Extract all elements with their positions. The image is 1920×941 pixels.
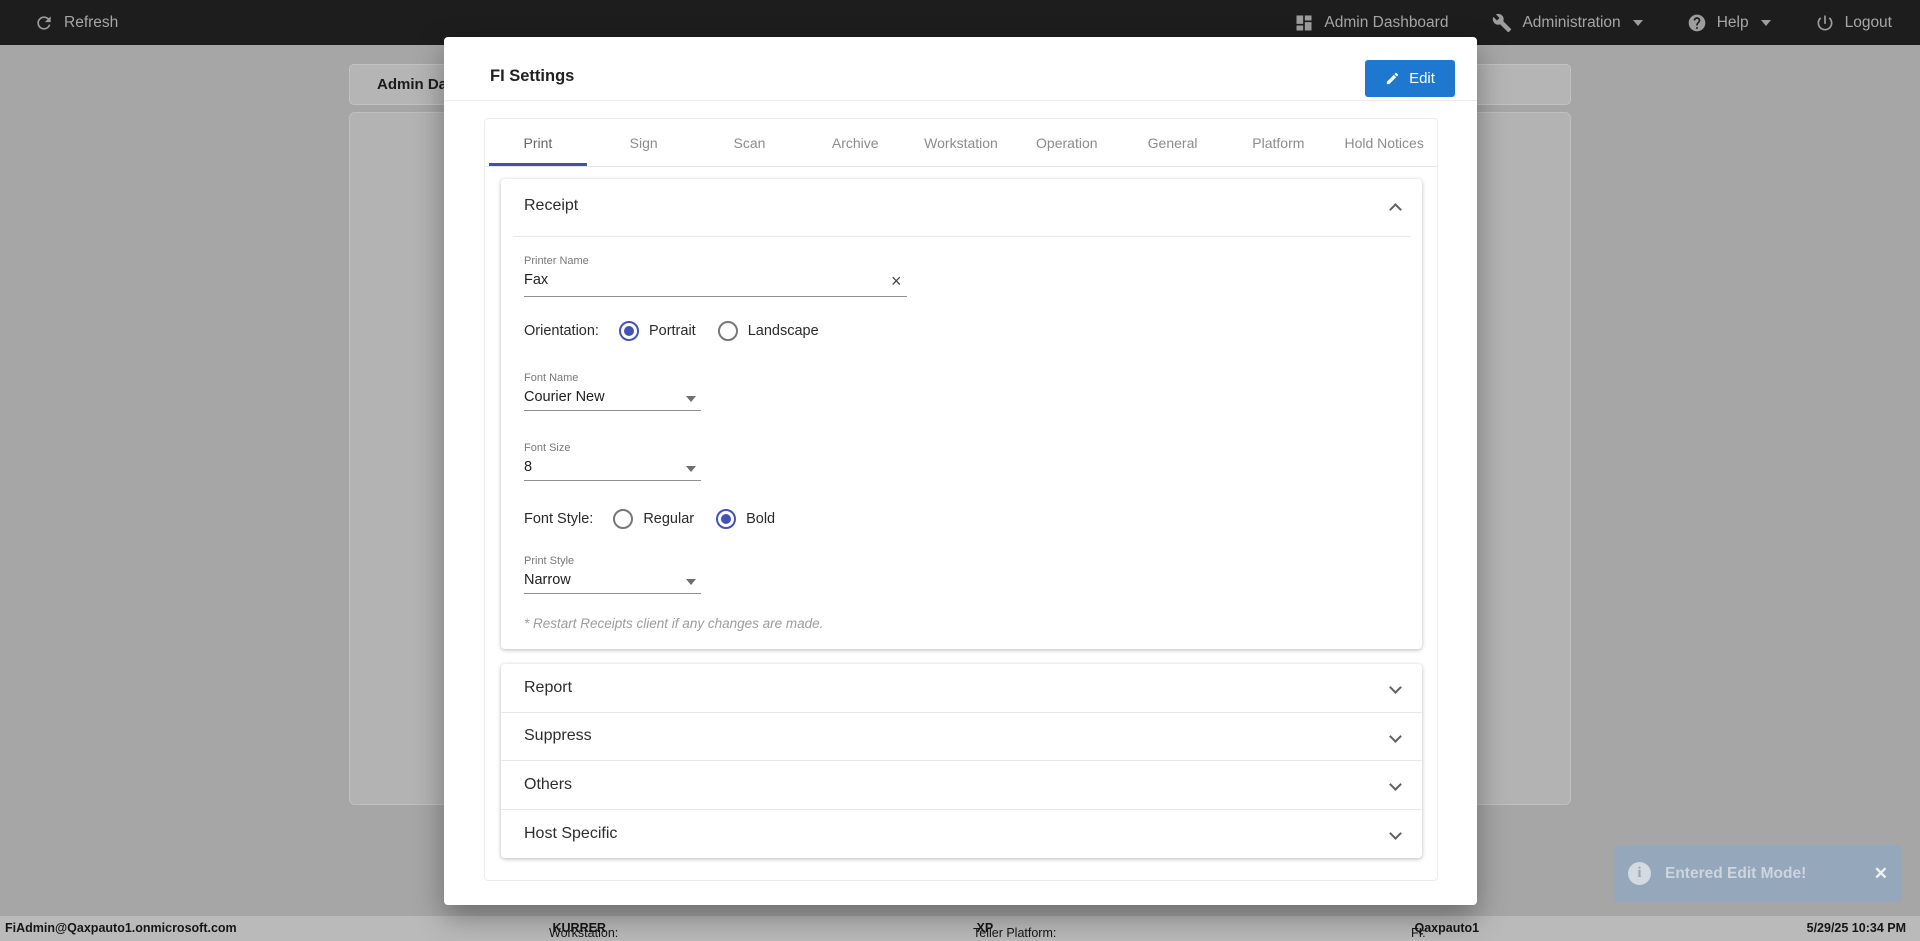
clear-printer-name-icon[interactable]: × — [891, 272, 902, 290]
section-others[interactable]: Others — [501, 761, 1422, 810]
radio-landscape[interactable]: Landscape — [717, 321, 819, 341]
dropdown-caret-icon[interactable] — [686, 396, 696, 402]
font-style-label: Font Style: — [524, 511, 594, 527]
tab-platform[interactable]: Platform — [1225, 119, 1331, 166]
chevron-down-icon — [1389, 681, 1402, 695]
tab-print[interactable]: Print — [485, 119, 591, 166]
header-divider — [444, 100, 1477, 101]
pencil-icon — [1386, 72, 1399, 85]
section-suppress[interactable]: Suppress — [501, 713, 1422, 761]
fi-settings-dialog: FI Settings Edit Print Sign Scan Archive… — [444, 37, 1477, 905]
status-workstation: Workstation: KURRER — [549, 921, 619, 940]
receipt-panel: Receipt Printer Name Fax × Orientation: … — [501, 179, 1422, 649]
nav-admin-dashboard[interactable]: Admin Dashboard — [1294, 13, 1448, 33]
chevron-down-icon — [1632, 19, 1643, 26]
toast-close-icon[interactable]: ✕ — [1874, 864, 1888, 884]
wrench-icon — [1493, 13, 1512, 32]
radio-selected-icon — [716, 509, 737, 529]
font-name-label: Font Name — [524, 372, 579, 384]
font-name-select[interactable]: Courier New — [524, 389, 605, 405]
section-host-specific[interactable]: Host Specific — [501, 810, 1422, 859]
tab-bar: Print Sign Scan Archive Workstation Oper… — [485, 119, 1437, 167]
dropdown-caret-icon[interactable] — [686, 579, 696, 585]
font-size-label: Font Size — [524, 442, 571, 454]
radio-unselected-icon — [717, 321, 738, 341]
settings-tab-group: Print Sign Scan Archive Workstation Oper… — [484, 118, 1438, 881]
dialog-title: FI Settings — [490, 67, 575, 85]
font-size-select[interactable]: 8 — [524, 459, 532, 475]
help-icon — [1688, 14, 1706, 31]
edit-button[interactable]: Edit — [1365, 60, 1455, 97]
tab-hold-notices[interactable]: Hold Notices — [1331, 119, 1437, 166]
nav-administration-label: Administration — [1522, 13, 1621, 31]
refresh-button[interactable]: Refresh — [34, 13, 118, 33]
printer-name-underline — [524, 296, 907, 297]
section-report[interactable]: Report — [501, 664, 1422, 713]
print-style-select[interactable]: Narrow — [524, 572, 571, 588]
active-tab-inkbar — [489, 163, 587, 166]
info-icon: i — [1628, 862, 1651, 885]
chevron-up-icon — [1389, 203, 1402, 216]
chevron-down-icon — [1389, 778, 1402, 792]
chevron-down-icon — [1760, 19, 1771, 26]
divider — [513, 236, 1410, 237]
refresh-label: Refresh — [64, 13, 119, 31]
tab-archive[interactable]: Archive — [802, 119, 908, 166]
status-bar: FiAdmin@Qaxpauto1.onmicrosoft.com Workst… — [0, 916, 1920, 941]
tab-workstation[interactable]: Workstation — [908, 119, 1014, 166]
nav-administration-menu[interactable]: Administration — [1492, 13, 1643, 33]
toast-notification: i Entered Edit Mode! ✕ — [1614, 845, 1902, 902]
collapse-receipt-button[interactable] — [1389, 201, 1402, 219]
restart-note: * Restart Receipts client if any changes… — [524, 616, 824, 631]
radio-unselected-icon — [613, 509, 634, 529]
collapsed-sections-panel: Report Suppress Others Host Specific — [501, 664, 1422, 858]
edit-button-label: Edit — [1409, 70, 1435, 87]
print-style-label: Print Style — [524, 555, 575, 567]
chevron-down-icon — [1389, 827, 1402, 841]
tab-sign[interactable]: Sign — [591, 119, 697, 166]
dashboard-icon — [1296, 15, 1312, 30]
receipt-panel-title: Receipt — [524, 197, 579, 214]
tab-general[interactable]: General — [1120, 119, 1226, 166]
orientation-radio-group: Orientation: Portrait Landscape — [524, 321, 841, 341]
status-datetime: 5/29/25 10:34 PM — [1806, 921, 1906, 935]
nav-help-label: Help — [1716, 13, 1749, 31]
tab-scan[interactable]: Scan — [697, 119, 803, 166]
print-style-underline — [524, 593, 701, 594]
printer-name-input[interactable]: Fax — [524, 272, 548, 288]
chevron-down-icon — [1389, 729, 1402, 743]
radio-portrait[interactable]: Portrait — [618, 321, 696, 341]
font-name-underline — [524, 410, 701, 411]
nav-admin-dashboard-label: Admin Dashboard — [1324, 13, 1449, 31]
logout-label: Logout — [1844, 13, 1892, 31]
font-size-underline — [524, 480, 701, 481]
font-style-radio-group: Font Style: Regular Bold — [524, 509, 797, 529]
toast-message: Entered Edit Mode! — [1665, 864, 1807, 882]
dropdown-caret-icon[interactable] — [686, 466, 696, 472]
radio-selected-icon — [618, 321, 639, 341]
radio-regular[interactable]: Regular — [613, 509, 694, 529]
status-teller-platform: Teller Platform: XP — [973, 921, 1057, 940]
nav-help-menu[interactable]: Help — [1687, 13, 1771, 33]
status-user: FiAdmin@Qaxpauto1.onmicrosoft.com — [5, 921, 237, 935]
orientation-label: Orientation: — [524, 323, 599, 339]
printer-name-label: Printer Name — [524, 255, 589, 267]
status-fi: FI: Qaxpauto1 — [1411, 921, 1480, 940]
tab-operation[interactable]: Operation — [1014, 119, 1120, 166]
radio-bold[interactable]: Bold — [716, 509, 775, 529]
refresh-icon — [37, 15, 51, 30]
logout-button[interactable]: Logout — [1815, 13, 1892, 33]
power-icon — [1817, 15, 1833, 30]
